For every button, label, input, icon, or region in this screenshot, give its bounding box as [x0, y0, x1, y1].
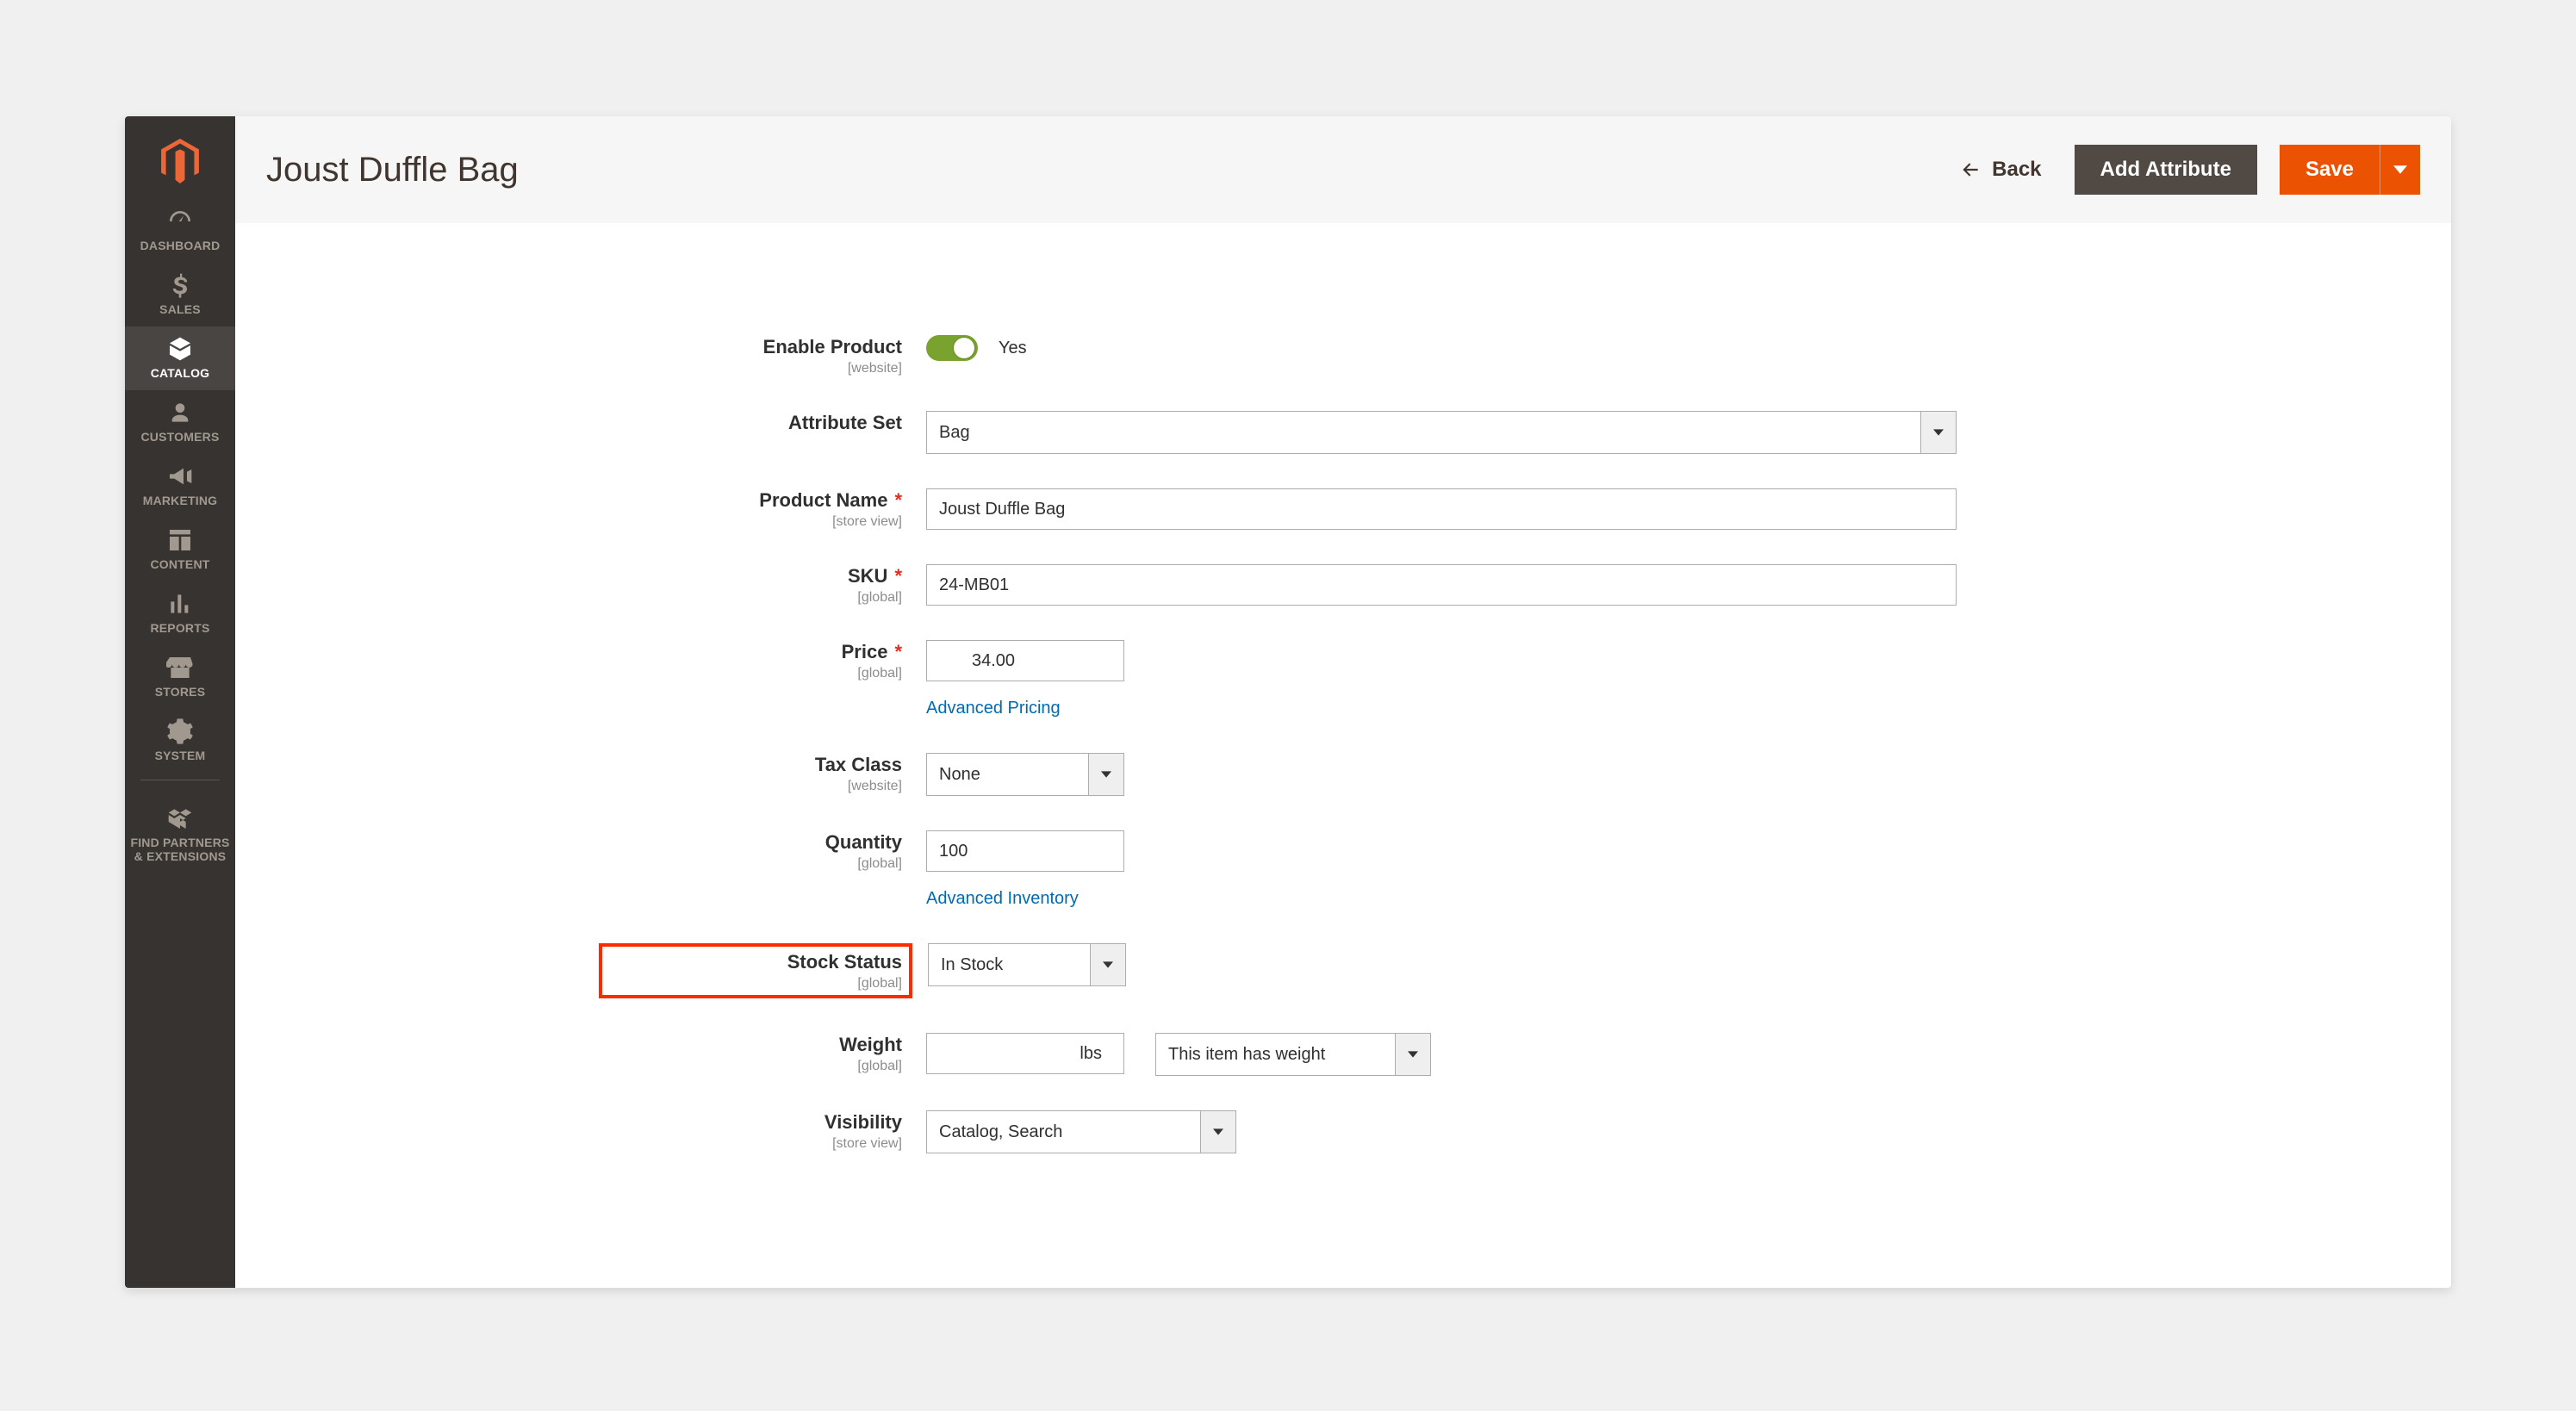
- weight-type-caret[interactable]: [1395, 1033, 1431, 1076]
- weight-type-select[interactable]: This item has weight: [1155, 1033, 1431, 1076]
- product-name-scope: [store view]: [606, 514, 902, 530]
- sidebar-item-label: SYSTEM: [155, 749, 206, 762]
- visibility-label: Visibility: [824, 1111, 902, 1133]
- attribute-set-value: Bag: [926, 411, 1920, 454]
- visibility-value: Catalog, Search: [926, 1110, 1200, 1153]
- sku-label: SKU*: [848, 565, 902, 587]
- caret-down-icon: [1101, 769, 1111, 780]
- page-header: Joust Duffle Bag Back Add Attribute Save: [235, 116, 2451, 224]
- product-form: Enable Product [website] Yes Attribute S…: [235, 223, 2451, 1288]
- tax-class-caret[interactable]: [1088, 753, 1124, 796]
- weight-label: Weight: [839, 1034, 902, 1055]
- save-button[interactable]: Save: [2280, 145, 2380, 195]
- add-attribute-button[interactable]: Add Attribute: [2075, 145, 2257, 195]
- visibility-caret[interactable]: [1200, 1110, 1236, 1153]
- caret-down-icon: [1933, 427, 1944, 438]
- quantity-label: Quantity: [825, 831, 902, 853]
- stock-status-value: In Stock: [928, 943, 1090, 986]
- back-link-label: Back: [1992, 158, 2041, 182]
- sidebar-item-reports[interactable]: REPORTS: [125, 581, 235, 645]
- sidebar-item-label: CATALOG: [151, 366, 210, 380]
- stock-status-label-highlight: Stock Status [global]: [599, 943, 912, 998]
- quantity-input[interactable]: [926, 830, 1124, 872]
- enable-product-toggle[interactable]: [926, 335, 978, 361]
- price-label: Price*: [842, 641, 902, 662]
- sidebar-item-dashboard[interactable]: DASHBOARD: [125, 199, 235, 263]
- arrow-left-icon: [1959, 159, 1982, 181]
- stock-status-scope: [global]: [606, 976, 902, 991]
- tax-class-scope: [website]: [606, 779, 902, 794]
- sku-input[interactable]: [926, 564, 1957, 606]
- sidebar-item-content[interactable]: CONTENT: [125, 518, 235, 581]
- enable-product-value: Yes: [999, 339, 1027, 358]
- visibility-scope: [store view]: [606, 1136, 902, 1152]
- back-link[interactable]: Back: [1959, 158, 2041, 182]
- save-button-group: Save: [2280, 145, 2420, 195]
- enable-product-scope: [website]: [606, 361, 902, 376]
- sidebar-item-label: DASHBOARD: [140, 239, 221, 252]
- attribute-set-label: Attribute Set: [788, 412, 902, 433]
- caret-down-icon: [1213, 1127, 1223, 1137]
- stock-status-select[interactable]: In Stock: [928, 943, 1126, 986]
- sidebar-item-sales[interactable]: SALES: [125, 263, 235, 326]
- sidebar-item-label: CUSTOMERS: [141, 430, 220, 444]
- price-scope: [global]: [606, 666, 902, 681]
- advanced-pricing-link[interactable]: Advanced Pricing: [926, 699, 1124, 718]
- page-title: Joust Duffle Bag: [266, 151, 1959, 190]
- sidebar-item-label: CONTENT: [150, 557, 209, 571]
- weight-scope: [global]: [606, 1059, 902, 1074]
- price-input[interactable]: [926, 640, 1124, 681]
- sidebar-item-system[interactable]: SYSTEM: [125, 709, 235, 773]
- enable-product-label: Enable Product: [763, 336, 902, 357]
- caret-down-icon: [1103, 960, 1113, 970]
- sidebar-item-customers[interactable]: CUSTOMERS: [125, 390, 235, 454]
- visibility-select[interactable]: Catalog, Search: [926, 1110, 1236, 1153]
- sidebar-item-label: FIND PARTNERS & EXTENSIONS: [130, 836, 229, 863]
- sidebar-item-label: REPORTS: [150, 621, 209, 635]
- advanced-inventory-link[interactable]: Advanced Inventory: [926, 889, 1124, 909]
- stock-status-label: Stock Status: [787, 951, 902, 973]
- sidebar-item-partners[interactable]: FIND PARTNERS & EXTENSIONS: [125, 796, 235, 873]
- product-name-label: Product Name*: [759, 489, 902, 511]
- product-name-input[interactable]: [926, 488, 1957, 530]
- sidebar-item-label: SALES: [159, 302, 201, 316]
- attribute-set-select[interactable]: Bag: [926, 411, 1957, 454]
- weight-unit: lbs: [1080, 1033, 1102, 1074]
- sidebar-item-label: STORES: [155, 685, 206, 699]
- sidebar-item-stores[interactable]: STORES: [125, 645, 235, 709]
- save-dropdown-toggle[interactable]: [2380, 145, 2420, 195]
- sidebar-item-marketing[interactable]: MARKETING: [125, 454, 235, 518]
- attribute-set-caret[interactable]: [1920, 411, 1957, 454]
- magento-logo: [161, 139, 199, 183]
- quantity-scope: [global]: [606, 856, 902, 872]
- caret-down-icon: [1408, 1049, 1418, 1060]
- caret-down-icon: [2393, 163, 2407, 177]
- tax-class-label: Tax Class: [815, 754, 902, 775]
- tax-class-value: None: [926, 753, 1088, 796]
- weight-type-value: This item has weight: [1155, 1033, 1395, 1076]
- admin-sidebar: DASHBOARD SALES CATALOG CUSTOMERS MARKET…: [125, 116, 235, 1288]
- sidebar-item-label: MARKETING: [143, 494, 218, 507]
- stock-status-caret[interactable]: [1090, 943, 1126, 986]
- tax-class-select[interactable]: None: [926, 753, 1124, 796]
- sku-scope: [global]: [606, 590, 902, 606]
- sidebar-item-catalog[interactable]: CATALOG: [125, 326, 235, 390]
